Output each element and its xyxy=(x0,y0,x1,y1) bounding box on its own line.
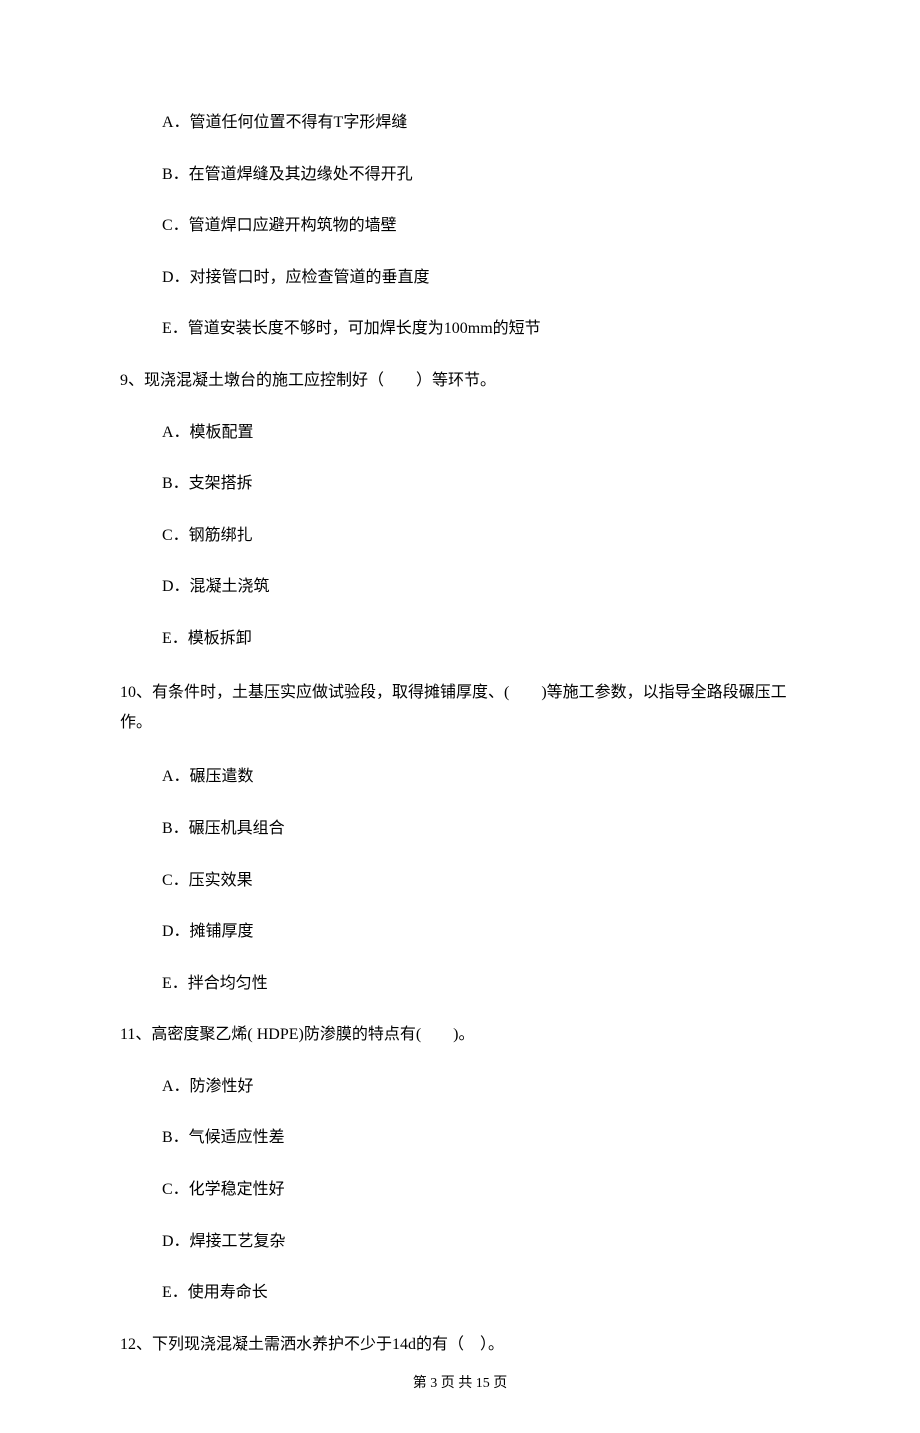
q12-stem: 12、下列现浇混凝土需洒水养护不少于14d的有（ ）。 xyxy=(120,1332,800,1358)
q9-option-d: D．混凝土浇筑 xyxy=(120,574,800,600)
q9-stem: 9、现浇混凝土墩台的施工应控制好（ ）等环节。 xyxy=(120,368,800,394)
question-10: 10、有条件时，土基压实应做试验段，取得摊铺厚度、( )等施工参数，以指导全路段… xyxy=(120,678,800,997)
q10-option-e: E．拌合均匀性 xyxy=(120,971,800,997)
q10-stem: 10、有条件时，土基压实应做试验段，取得摊铺厚度、( )等施工参数，以指导全路段… xyxy=(120,678,800,739)
q8-option-e: E．管道安装长度不够时，可加焊长度为100mm的短节 xyxy=(120,316,800,342)
q9-option-c: C．钢筋绑扎 xyxy=(120,523,800,549)
question-8-options: A．管道任何位置不得有T字形焊缝 B．在管道焊缝及其边缘处不得开孔 C．管道焊口… xyxy=(120,110,800,342)
q11-option-a: A．防渗性好 xyxy=(120,1074,800,1100)
question-12: 12、下列现浇混凝土需洒水养护不少于14d的有（ ）。 xyxy=(120,1332,800,1358)
page-footer: 第 3 页 共 15 页 xyxy=(0,1373,920,1395)
q9-option-b: B．支架搭拆 xyxy=(120,471,800,497)
q9-option-a: A．模板配置 xyxy=(120,420,800,446)
q11-stem: 11、高密度聚乙烯( HDPE)防渗膜的特点有( )。 xyxy=(120,1022,800,1048)
q9-option-e: E．模板拆卸 xyxy=(120,626,800,652)
q8-option-b: B．在管道焊缝及其边缘处不得开孔 xyxy=(120,162,800,188)
question-9: 9、现浇混凝土墩台的施工应控制好（ ）等环节。 A．模板配置 B．支架搭拆 C．… xyxy=(120,368,800,652)
q11-option-e: E．使用寿命长 xyxy=(120,1280,800,1306)
question-11: 11、高密度聚乙烯( HDPE)防渗膜的特点有( )。 A．防渗性好 B．气候适… xyxy=(120,1022,800,1306)
q11-option-c: C．化学稳定性好 xyxy=(120,1177,800,1203)
page: A．管道任何位置不得有T字形焊缝 B．在管道焊缝及其边缘处不得开孔 C．管道焊口… xyxy=(0,0,920,1433)
q8-option-c: C．管道焊口应避开构筑物的墙壁 xyxy=(120,213,800,239)
q10-option-d: D．摊铺厚度 xyxy=(120,919,800,945)
q8-option-a: A．管道任何位置不得有T字形焊缝 xyxy=(120,110,800,136)
q10-option-c: C．压实效果 xyxy=(120,868,800,894)
q8-option-d: D．对接管口时，应检查管道的垂直度 xyxy=(120,265,800,291)
q11-option-d: D．焊接工艺复杂 xyxy=(120,1229,800,1255)
q10-option-a: A．碾压遣数 xyxy=(120,764,800,790)
q11-option-b: B．气候适应性差 xyxy=(120,1125,800,1151)
q10-option-b: B．碾压机具组合 xyxy=(120,816,800,842)
